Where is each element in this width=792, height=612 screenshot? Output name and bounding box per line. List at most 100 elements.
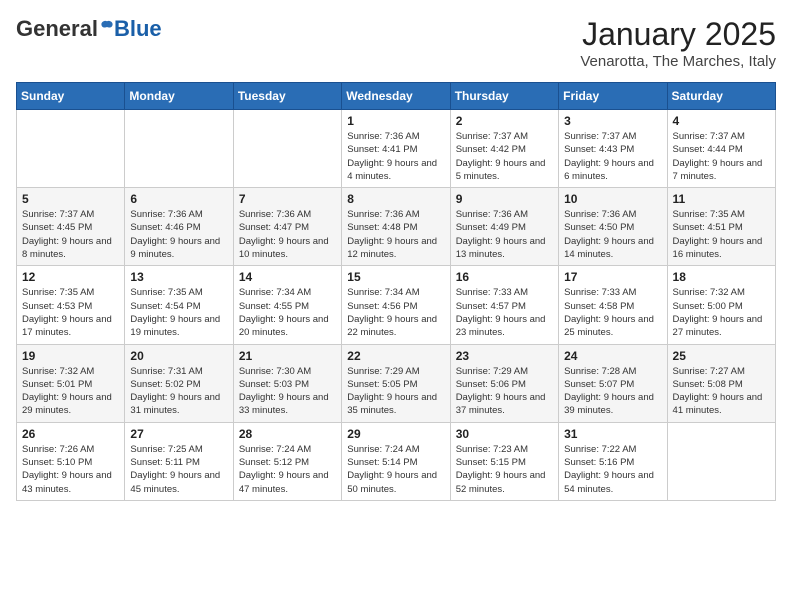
day-info: Sunrise: 7:30 AM Sunset: 5:03 PM Dayligh…: [239, 365, 336, 418]
calendar-cell: 14 Sunrise: 7:34 AM Sunset: 4:55 PM Dayli…: [233, 266, 341, 344]
calendar-cell: 12 Sunrise: 7:35 AM Sunset: 4:53 PM Dayli…: [17, 266, 125, 344]
day-info: Sunrise: 7:34 AM Sunset: 4:55 PM Dayligh…: [239, 286, 336, 339]
calendar-week-row: 26 Sunrise: 7:26 AM Sunset: 5:10 PM Dayli…: [17, 422, 776, 500]
weekday-header-tuesday: Tuesday: [233, 83, 341, 110]
day-number: 31: [564, 427, 661, 441]
day-number: 3: [564, 114, 661, 128]
day-info: Sunrise: 7:36 AM Sunset: 4:46 PM Dayligh…: [130, 208, 227, 261]
calendar-cell: 31Sunrise: 7:22 AM Sunset: 5:16 PM Dayli…: [559, 422, 667, 500]
day-number: 20: [130, 349, 227, 363]
day-info: Sunrise: 7:36 AM Sunset: 4:41 PM Dayligh…: [347, 130, 444, 183]
weekday-header-thursday: Thursday: [450, 83, 558, 110]
calendar-week-row: 1 Sunrise: 7:36 AM Sunset: 4:41 PM Daylig…: [17, 110, 776, 188]
day-number: 13: [130, 270, 227, 284]
logo-blue-text: Blue: [114, 16, 162, 42]
day-number: 2: [456, 114, 553, 128]
calendar-week-row: 5Sunrise: 7:37 AM Sunset: 4:45 PM Daylig…: [17, 188, 776, 266]
day-info: Sunrise: 7:36 AM Sunset: 4:47 PM Dayligh…: [239, 208, 336, 261]
day-info: Sunrise: 7:36 AM Sunset: 4:50 PM Dayligh…: [564, 208, 661, 261]
calendar-cell: 13Sunrise: 7:35 AM Sunset: 4:54 PM Dayli…: [125, 266, 233, 344]
weekday-header-friday: Friday: [559, 83, 667, 110]
day-number: 25: [673, 349, 770, 363]
day-number: 16: [456, 270, 553, 284]
day-info: Sunrise: 7:32 AM Sunset: 5:00 PM Dayligh…: [673, 286, 770, 339]
day-number: 18: [673, 270, 770, 284]
day-number: 19: [22, 349, 119, 363]
calendar-cell: 10 Sunrise: 7:36 AM Sunset: 4:50 PM Dayli…: [559, 188, 667, 266]
day-number: 26: [22, 427, 119, 441]
day-info: Sunrise: 7:33 AM Sunset: 4:57 PM Dayligh…: [456, 286, 553, 339]
month-title: January 2025: [580, 16, 776, 53]
day-number: 9: [456, 192, 553, 206]
day-number: 7: [239, 192, 336, 206]
logo-general-text: General: [16, 16, 98, 42]
day-number: 1: [347, 114, 444, 128]
day-info: Sunrise: 7:26 AM Sunset: 5:10 PM Dayligh…: [22, 443, 119, 496]
calendar-cell: 30 Sunrise: 7:23 AM Sunset: 5:15 PM Dayli…: [450, 422, 558, 500]
calendar-cell: 2 Sunrise: 7:37 AM Sunset: 4:42 PM Daylig…: [450, 110, 558, 188]
day-number: 5: [22, 192, 119, 206]
day-info: Sunrise: 7:35 AM Sunset: 4:51 PM Dayligh…: [673, 208, 770, 261]
calendar-cell: 29Sunrise: 7:24 AM Sunset: 5:14 PM Dayli…: [342, 422, 450, 500]
calendar-week-row: 12 Sunrise: 7:35 AM Sunset: 4:53 PM Dayli…: [17, 266, 776, 344]
weekday-header-wednesday: Wednesday: [342, 83, 450, 110]
calendar-cell: 6Sunrise: 7:36 AM Sunset: 4:46 PM Daylig…: [125, 188, 233, 266]
weekday-header-monday: Monday: [125, 83, 233, 110]
day-number: 11: [673, 192, 770, 206]
day-number: 23: [456, 349, 553, 363]
day-number: 8: [347, 192, 444, 206]
calendar-table: SundayMondayTuesdayWednesdayThursdayFrid…: [16, 82, 776, 501]
day-number: 15: [347, 270, 444, 284]
calendar-cell: [667, 422, 775, 500]
calendar-cell: [233, 110, 341, 188]
calendar-cell: 17Sunrise: 7:33 AM Sunset: 4:58 PM Dayli…: [559, 266, 667, 344]
day-info: Sunrise: 7:36 AM Sunset: 4:49 PM Dayligh…: [456, 208, 553, 261]
calendar-cell: 28Sunrise: 7:24 AM Sunset: 5:12 PM Dayli…: [233, 422, 341, 500]
calendar-cell: 24Sunrise: 7:28 AM Sunset: 5:07 PM Dayli…: [559, 344, 667, 422]
logo: General Blue: [16, 16, 162, 42]
day-info: Sunrise: 7:37 AM Sunset: 4:42 PM Dayligh…: [456, 130, 553, 183]
day-number: 21: [239, 349, 336, 363]
day-info: Sunrise: 7:32 AM Sunset: 5:01 PM Dayligh…: [22, 365, 119, 418]
calendar-cell: [125, 110, 233, 188]
day-number: 24: [564, 349, 661, 363]
day-number: 12: [22, 270, 119, 284]
calendar-week-row: 19 Sunrise: 7:32 AM Sunset: 5:01 PM Dayli…: [17, 344, 776, 422]
day-info: Sunrise: 7:25 AM Sunset: 5:11 PM Dayligh…: [130, 443, 227, 496]
day-info: Sunrise: 7:31 AM Sunset: 5:02 PM Dayligh…: [130, 365, 227, 418]
calendar-cell: 21 Sunrise: 7:30 AM Sunset: 5:03 PM Dayli…: [233, 344, 341, 422]
logo-bird-icon: [100, 20, 114, 34]
calendar-cell: 11 Sunrise: 7:35 AM Sunset: 4:51 PM Dayli…: [667, 188, 775, 266]
day-number: 30: [456, 427, 553, 441]
calendar-cell: 27Sunrise: 7:25 AM Sunset: 5:11 PM Dayli…: [125, 422, 233, 500]
calendar-cell: 4Sunrise: 7:37 AM Sunset: 4:44 PM Daylig…: [667, 110, 775, 188]
calendar-cell: 18 Sunrise: 7:32 AM Sunset: 5:00 PM Dayli…: [667, 266, 775, 344]
day-number: 22: [347, 349, 444, 363]
calendar-cell: 19 Sunrise: 7:32 AM Sunset: 5:01 PM Dayli…: [17, 344, 125, 422]
day-number: 10: [564, 192, 661, 206]
title-block: January 2025 Venarotta, The Marches, Ita…: [580, 16, 776, 70]
calendar-cell: 3Sunrise: 7:37 AM Sunset: 4:43 PM Daylig…: [559, 110, 667, 188]
location-title: Venarotta, The Marches, Italy: [580, 53, 776, 70]
calendar-cell: 26 Sunrise: 7:26 AM Sunset: 5:10 PM Dayli…: [17, 422, 125, 500]
calendar-cell: [17, 110, 125, 188]
day-info: Sunrise: 7:35 AM Sunset: 4:53 PM Dayligh…: [22, 286, 119, 339]
day-number: 4: [673, 114, 770, 128]
day-info: Sunrise: 7:33 AM Sunset: 4:58 PM Dayligh…: [564, 286, 661, 339]
calendar-cell: 22 Sunrise: 7:29 AM Sunset: 5:05 PM Dayli…: [342, 344, 450, 422]
day-info: Sunrise: 7:27 AM Sunset: 5:08 PM Dayligh…: [673, 365, 770, 418]
calendar-cell: 25 Sunrise: 7:27 AM Sunset: 5:08 PM Dayli…: [667, 344, 775, 422]
day-info: Sunrise: 7:23 AM Sunset: 5:15 PM Dayligh…: [456, 443, 553, 496]
day-info: Sunrise: 7:24 AM Sunset: 5:12 PM Dayligh…: [239, 443, 336, 496]
calendar-cell: 15 Sunrise: 7:34 AM Sunset: 4:56 PM Dayli…: [342, 266, 450, 344]
day-info: Sunrise: 7:36 AM Sunset: 4:48 PM Dayligh…: [347, 208, 444, 261]
calendar-cell: 5Sunrise: 7:37 AM Sunset: 4:45 PM Daylig…: [17, 188, 125, 266]
day-info: Sunrise: 7:29 AM Sunset: 5:05 PM Dayligh…: [347, 365, 444, 418]
weekday-header-row: SundayMondayTuesdayWednesdayThursdayFrid…: [17, 83, 776, 110]
day-info: Sunrise: 7:34 AM Sunset: 4:56 PM Dayligh…: [347, 286, 444, 339]
calendar-cell: 20 Sunrise: 7:31 AM Sunset: 5:02 PM Dayli…: [125, 344, 233, 422]
calendar-cell: 9 Sunrise: 7:36 AM Sunset: 4:49 PM Daylig…: [450, 188, 558, 266]
day-number: 29: [347, 427, 444, 441]
day-number: 14: [239, 270, 336, 284]
calendar-cell: 1 Sunrise: 7:36 AM Sunset: 4:41 PM Daylig…: [342, 110, 450, 188]
